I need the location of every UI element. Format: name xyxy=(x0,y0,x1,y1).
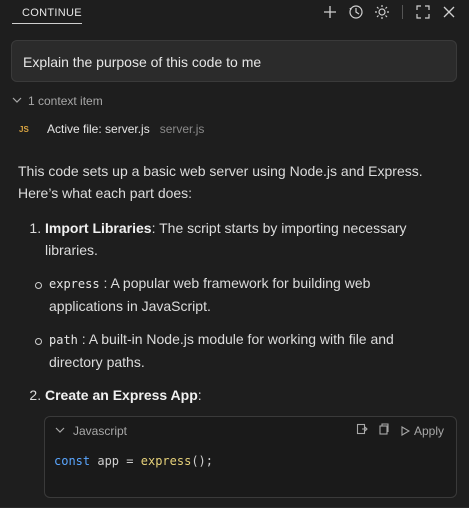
code-block: Javascript Apply const app = express(); xyxy=(44,416,457,498)
javascript-file-icon: JS xyxy=(19,124,29,134)
response-list: Import Libraries: The script starts by i… xyxy=(18,218,448,407)
top-bar: CONTINUE xyxy=(0,0,469,28)
code-operator: = xyxy=(126,454,134,468)
inline-code: path xyxy=(49,333,78,347)
file-name: server.js xyxy=(159,122,205,136)
inline-code: express xyxy=(49,277,100,291)
sub-list-item: express : A popular web framework for bu… xyxy=(35,273,448,317)
chevron-down-icon xyxy=(55,424,65,438)
context-toggle[interactable]: 1 context item xyxy=(12,93,103,109)
insert-at-cursor-icon[interactable] xyxy=(356,423,368,438)
list-item: Import Libraries: The script starts by i… xyxy=(35,218,448,373)
fullscreen-icon[interactable] xyxy=(415,4,431,20)
assistant-response: This code sets up a basic web server usi… xyxy=(18,161,448,419)
list-item: Create an Express App: xyxy=(45,385,448,407)
context-toggle-label: 1 context item xyxy=(28,94,103,108)
gear-icon[interactable] xyxy=(374,4,390,20)
list-item-title: Import Libraries xyxy=(45,220,152,236)
tab-underline xyxy=(12,23,82,24)
code-function: express xyxy=(140,454,192,468)
code-language-label: Javascript xyxy=(73,424,128,438)
tab-continue[interactable]: CONTINUE xyxy=(22,7,82,19)
sub-list-text: : A built-in Node.js module for working … xyxy=(49,331,394,370)
apply-button[interactable]: Apply xyxy=(400,424,444,438)
context-file-item[interactable]: JS Active file: server.js server.js xyxy=(19,121,204,137)
close-icon[interactable] xyxy=(441,4,457,20)
list-item-text: : xyxy=(197,387,202,403)
toolbar-divider xyxy=(402,5,403,19)
play-icon xyxy=(401,425,410,436)
copy-icon[interactable] xyxy=(378,423,390,438)
prompt-box[interactable]: Explain the purpose of this code to me xyxy=(11,40,457,82)
plus-icon[interactable] xyxy=(322,4,338,20)
code-punctuation: (); xyxy=(191,454,214,468)
code-keyword: const xyxy=(54,454,91,468)
code-language-toggle[interactable]: Javascript xyxy=(55,423,127,439)
active-file-label: Active file: server.js xyxy=(47,122,150,136)
bullet-icon xyxy=(35,282,42,289)
code-variable: app xyxy=(97,454,120,468)
prompt-text: Explain the purpose of this code to me xyxy=(23,54,262,70)
sub-list: express : A popular web framework for bu… xyxy=(35,273,448,373)
list-item-title: Create an Express App xyxy=(45,387,198,403)
chevron-down-icon xyxy=(12,94,22,108)
code-actions: Apply xyxy=(356,423,444,438)
sub-list-item: path : A built-in Node.js module for wor… xyxy=(35,329,448,373)
history-icon[interactable] xyxy=(348,4,364,20)
response-intro: This code sets up a basic web server usi… xyxy=(18,163,423,201)
code-line: const app = express(); xyxy=(54,454,213,468)
apply-label: Apply xyxy=(413,423,444,438)
bullet-icon xyxy=(35,338,42,345)
top-icons xyxy=(322,4,457,20)
